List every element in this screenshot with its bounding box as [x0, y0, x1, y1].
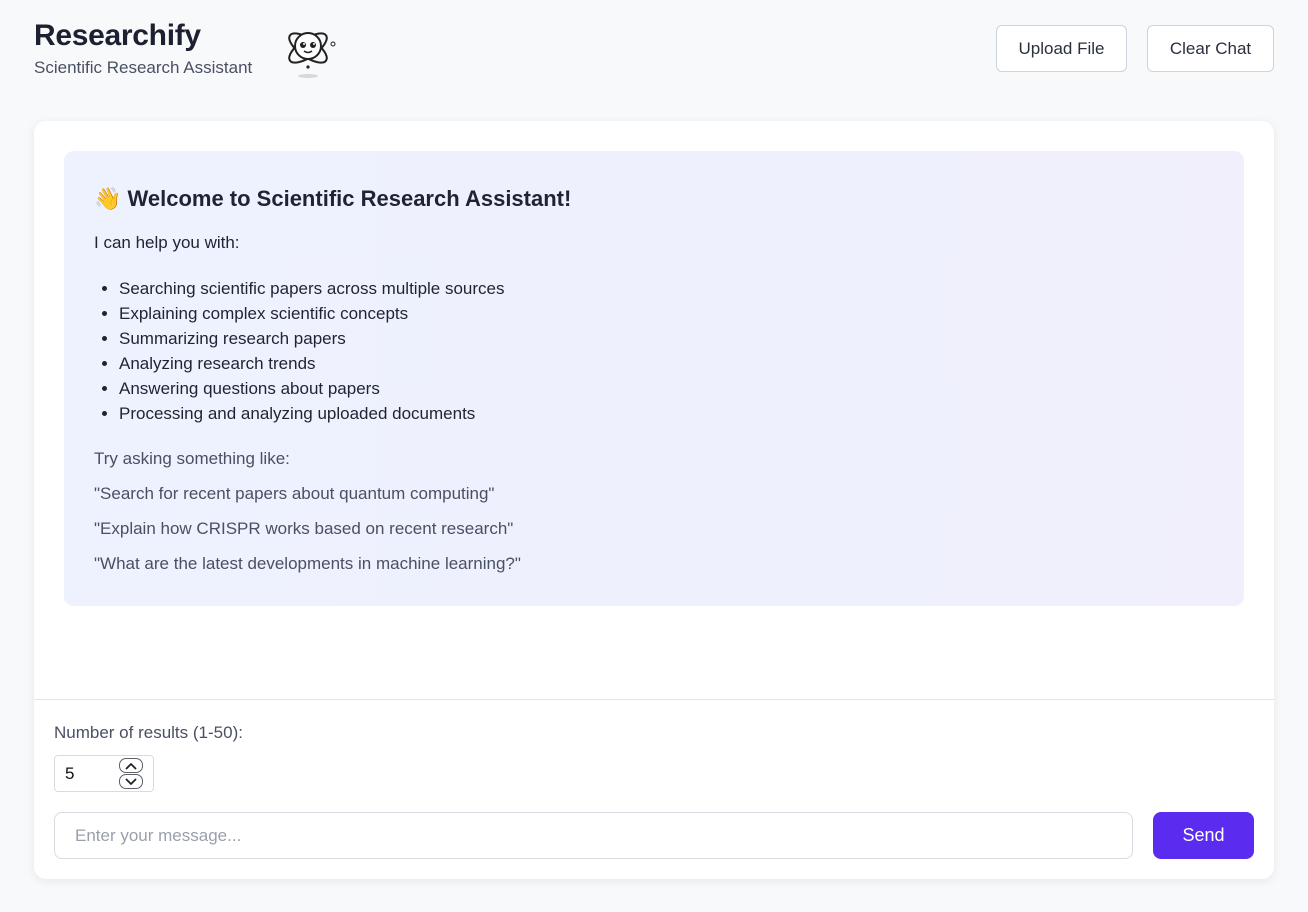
brand: Researchify Scientific Research Assistan…	[34, 18, 252, 79]
list-item: Summarizing research papers	[119, 326, 1214, 351]
example-prompt: "Search for recent papers about quantum …	[94, 484, 495, 503]
list-item: Processing and analyzing uploaded docume…	[119, 401, 1214, 426]
welcome-intro: I can help you with:	[94, 233, 240, 252]
try-label: Try asking something like:	[94, 449, 290, 468]
message-input[interactable]	[54, 812, 1133, 859]
results-count-input[interactable]: 5	[54, 755, 154, 792]
atom-robot-icon	[282, 20, 338, 80]
results-count-label: Number of results (1-50):	[54, 723, 243, 742]
send-button[interactable]: Send	[1153, 812, 1254, 859]
welcome-message: 👋 Welcome to Scientific Research Assista…	[64, 151, 1244, 606]
decrement-button[interactable]	[119, 774, 143, 789]
app-subtitle: Scientific Research Assistant	[34, 58, 253, 77]
header-actions: Upload File Clear Chat	[996, 25, 1274, 72]
results-stepper[interactable]	[119, 758, 143, 789]
capabilities-list: Searching scientific papers across multi…	[94, 276, 1214, 426]
example-prompt: "What are the latest developments in mac…	[94, 554, 521, 573]
example-prompt: "Explain how CRISPR works based on recen…	[94, 519, 514, 538]
app-title: Researchify	[34, 19, 201, 52]
chat-panel: 👋 Welcome to Scientific Research Assista…	[34, 121, 1274, 879]
results-count-value[interactable]: 5	[65, 764, 74, 784]
list-item: Analyzing research trends	[119, 351, 1214, 376]
app-header: Researchify Scientific Research Assistan…	[34, 18, 1274, 82]
upload-file-button[interactable]: Upload File	[996, 25, 1127, 72]
divider	[34, 699, 1274, 700]
welcome-title: 👋 Welcome to Scientific Research Assista…	[94, 186, 572, 211]
chevron-up-icon	[125, 762, 137, 769]
clear-chat-button[interactable]: Clear Chat	[1147, 25, 1274, 72]
list-item: Answering questions about papers	[119, 376, 1214, 401]
list-item: Searching scientific papers across multi…	[119, 276, 1214, 301]
message-list[interactable]: 👋 Welcome to Scientific Research Assista…	[64, 151, 1244, 606]
chevron-down-icon	[125, 778, 137, 785]
increment-button[interactable]	[119, 758, 143, 773]
list-item: Explaining complex scientific concepts	[119, 301, 1214, 326]
